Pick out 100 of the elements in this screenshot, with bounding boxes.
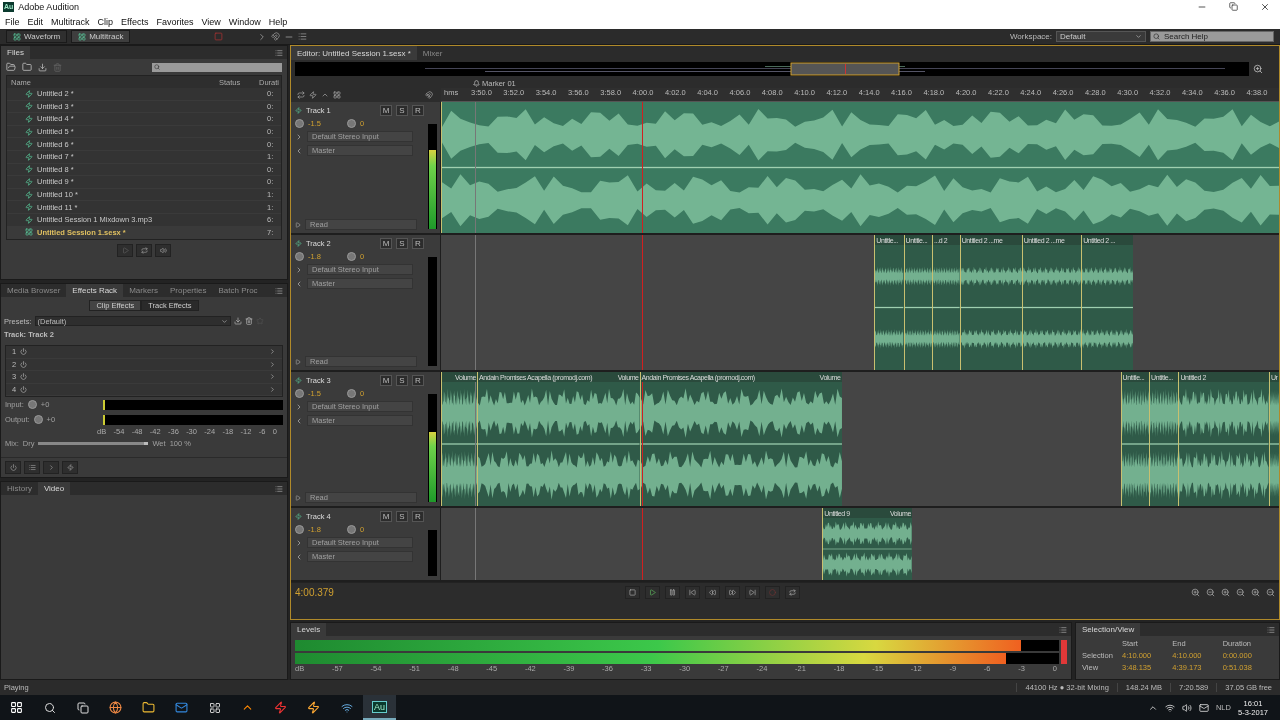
output-knob[interactable] [33, 415, 43, 424]
notification-icon[interactable] [1198, 702, 1209, 713]
workspace-dropdown[interactable]: Default [1056, 31, 1146, 42]
zoom-out-icon[interactable] [1236, 588, 1245, 597]
panel-tab[interactable]: Media Browser [1, 284, 67, 297]
expand-icon[interactable] [295, 494, 301, 501]
menu-item[interactable]: View [198, 16, 226, 27]
filter-field[interactable] [152, 62, 282, 72]
search-field[interactable]: Search Help [1150, 31, 1274, 42]
list-button[interactable] [24, 461, 40, 474]
panel-tab[interactable]: Effects Rack [66, 284, 124, 297]
track-toggle[interactable]: S [396, 105, 408, 116]
editor-tab[interactable]: Editor: Untitled Session 1.sesx * [291, 46, 417, 60]
browser-icon[interactable] [109, 701, 122, 714]
insert-button[interactable] [43, 461, 59, 474]
pan-knob[interactable] [346, 252, 356, 261]
stop-button[interactable] [625, 586, 640, 599]
track-toggle[interactable]: R [412, 375, 424, 386]
loop-button[interactable] [136, 244, 152, 258]
editor-tab[interactable]: Mixer [416, 46, 449, 60]
panel-menu-icon[interactable] [275, 286, 283, 295]
task-view-icon[interactable] [76, 701, 89, 714]
search-icon[interactable] [43, 701, 56, 714]
menu-item[interactable]: File [2, 16, 25, 27]
panel-tab[interactable]: Selection/View [1076, 623, 1141, 636]
menu-item[interactable]: Window [225, 16, 266, 27]
switch-icon[interactable] [297, 91, 305, 99]
track-toggle[interactable]: M [380, 511, 392, 522]
track-toggle[interactable]: R [412, 105, 424, 116]
apply-button[interactable] [62, 461, 78, 474]
view-tab[interactable]: Multitrack [71, 30, 131, 43]
expand-icon[interactable] [295, 221, 301, 228]
mix-slider[interactable] [38, 442, 149, 445]
volume-knob[interactable] [295, 119, 304, 128]
loop-button[interactable] [785, 586, 800, 599]
view-tab[interactable]: Waveform [6, 30, 68, 43]
app-icon[interactable] [307, 701, 320, 714]
skip-forward-button[interactable] [745, 586, 760, 599]
track-toggle[interactable]: R [412, 238, 424, 249]
zoom-out-icon[interactable] [1266, 588, 1275, 597]
expand-icon[interactable] [295, 358, 301, 365]
input-knob[interactable] [27, 400, 37, 409]
rewind-button[interactable] [705, 586, 720, 599]
track-toggle[interactable]: S [396, 375, 408, 386]
panel-menu-icon[interactable] [1059, 625, 1067, 634]
pan-knob[interactable] [346, 119, 356, 128]
zoom-in-icon[interactable] [1191, 588, 1200, 597]
zoom-in-icon[interactable] [1221, 588, 1230, 597]
pan-knob[interactable] [346, 525, 356, 534]
taskbar-app[interactable]: Au [363, 695, 396, 720]
panel-menu-icon[interactable] [275, 48, 283, 57]
mail-icon[interactable] [175, 701, 188, 714]
network-icon[interactable] [1164, 702, 1175, 713]
panel-tab[interactable]: Levels [291, 623, 327, 636]
pan-knob[interactable] [346, 389, 356, 398]
panel-tab[interactable]: Batch Proc [212, 284, 264, 297]
track-toggle[interactable]: M [380, 105, 392, 116]
close-icon[interactable] [1260, 2, 1270, 12]
power-icon[interactable] [20, 348, 28, 356]
folder-icon[interactable] [22, 62, 32, 72]
folder-icon[interactable] [142, 701, 155, 714]
power-button[interactable] [5, 461, 21, 474]
app-icon[interactable] [208, 701, 221, 714]
fast-forward-button[interactable] [725, 586, 740, 599]
autoplay-button[interactable] [155, 244, 171, 258]
menu-item[interactable]: Favorites [153, 16, 199, 27]
power-icon[interactable] [20, 373, 28, 381]
menu-item[interactable]: Edit [24, 16, 49, 27]
panel-tab[interactable]: Properties [164, 284, 213, 297]
volume-knob[interactable] [295, 525, 304, 534]
power-icon[interactable] [20, 385, 28, 393]
panel-menu-icon[interactable] [275, 484, 283, 493]
restore-icon[interactable] [1229, 2, 1238, 11]
start-icon[interactable] [10, 701, 23, 714]
volume-knob[interactable] [295, 389, 304, 398]
volume-knob[interactable] [295, 252, 304, 261]
play-button[interactable] [645, 586, 660, 599]
track-toggle[interactable]: M [380, 375, 392, 386]
skip-back-button[interactable] [685, 586, 700, 599]
pause-button[interactable] [665, 586, 680, 599]
menu-item[interactable]: Effects [118, 16, 154, 27]
zoom-out-icon[interactable] [1206, 588, 1215, 597]
open-icon[interactable] [6, 62, 16, 72]
panel-tab[interactable]: Video [37, 482, 71, 495]
delete-icon[interactable] [244, 317, 253, 325]
track-toggle[interactable]: S [396, 511, 408, 522]
menu-item[interactable]: Help [265, 16, 293, 27]
app-icon[interactable] [340, 701, 353, 714]
panel-tab[interactable]: History [1, 482, 38, 495]
track-toggle[interactable]: R [412, 511, 424, 522]
track-toggle[interactable]: M [380, 238, 392, 249]
power-icon[interactable] [20, 360, 28, 368]
play-button[interactable] [117, 244, 133, 258]
import-icon[interactable] [38, 62, 47, 72]
menu-item[interactable]: Clip [94, 16, 119, 27]
track-toggle[interactable]: S [396, 238, 408, 249]
panel-tab[interactable]: Files [1, 46, 30, 59]
zoom-in-icon[interactable] [1251, 588, 1260, 597]
panel-tab[interactable]: Markers [123, 284, 164, 297]
menu-item[interactable]: Multitrack [48, 16, 95, 27]
